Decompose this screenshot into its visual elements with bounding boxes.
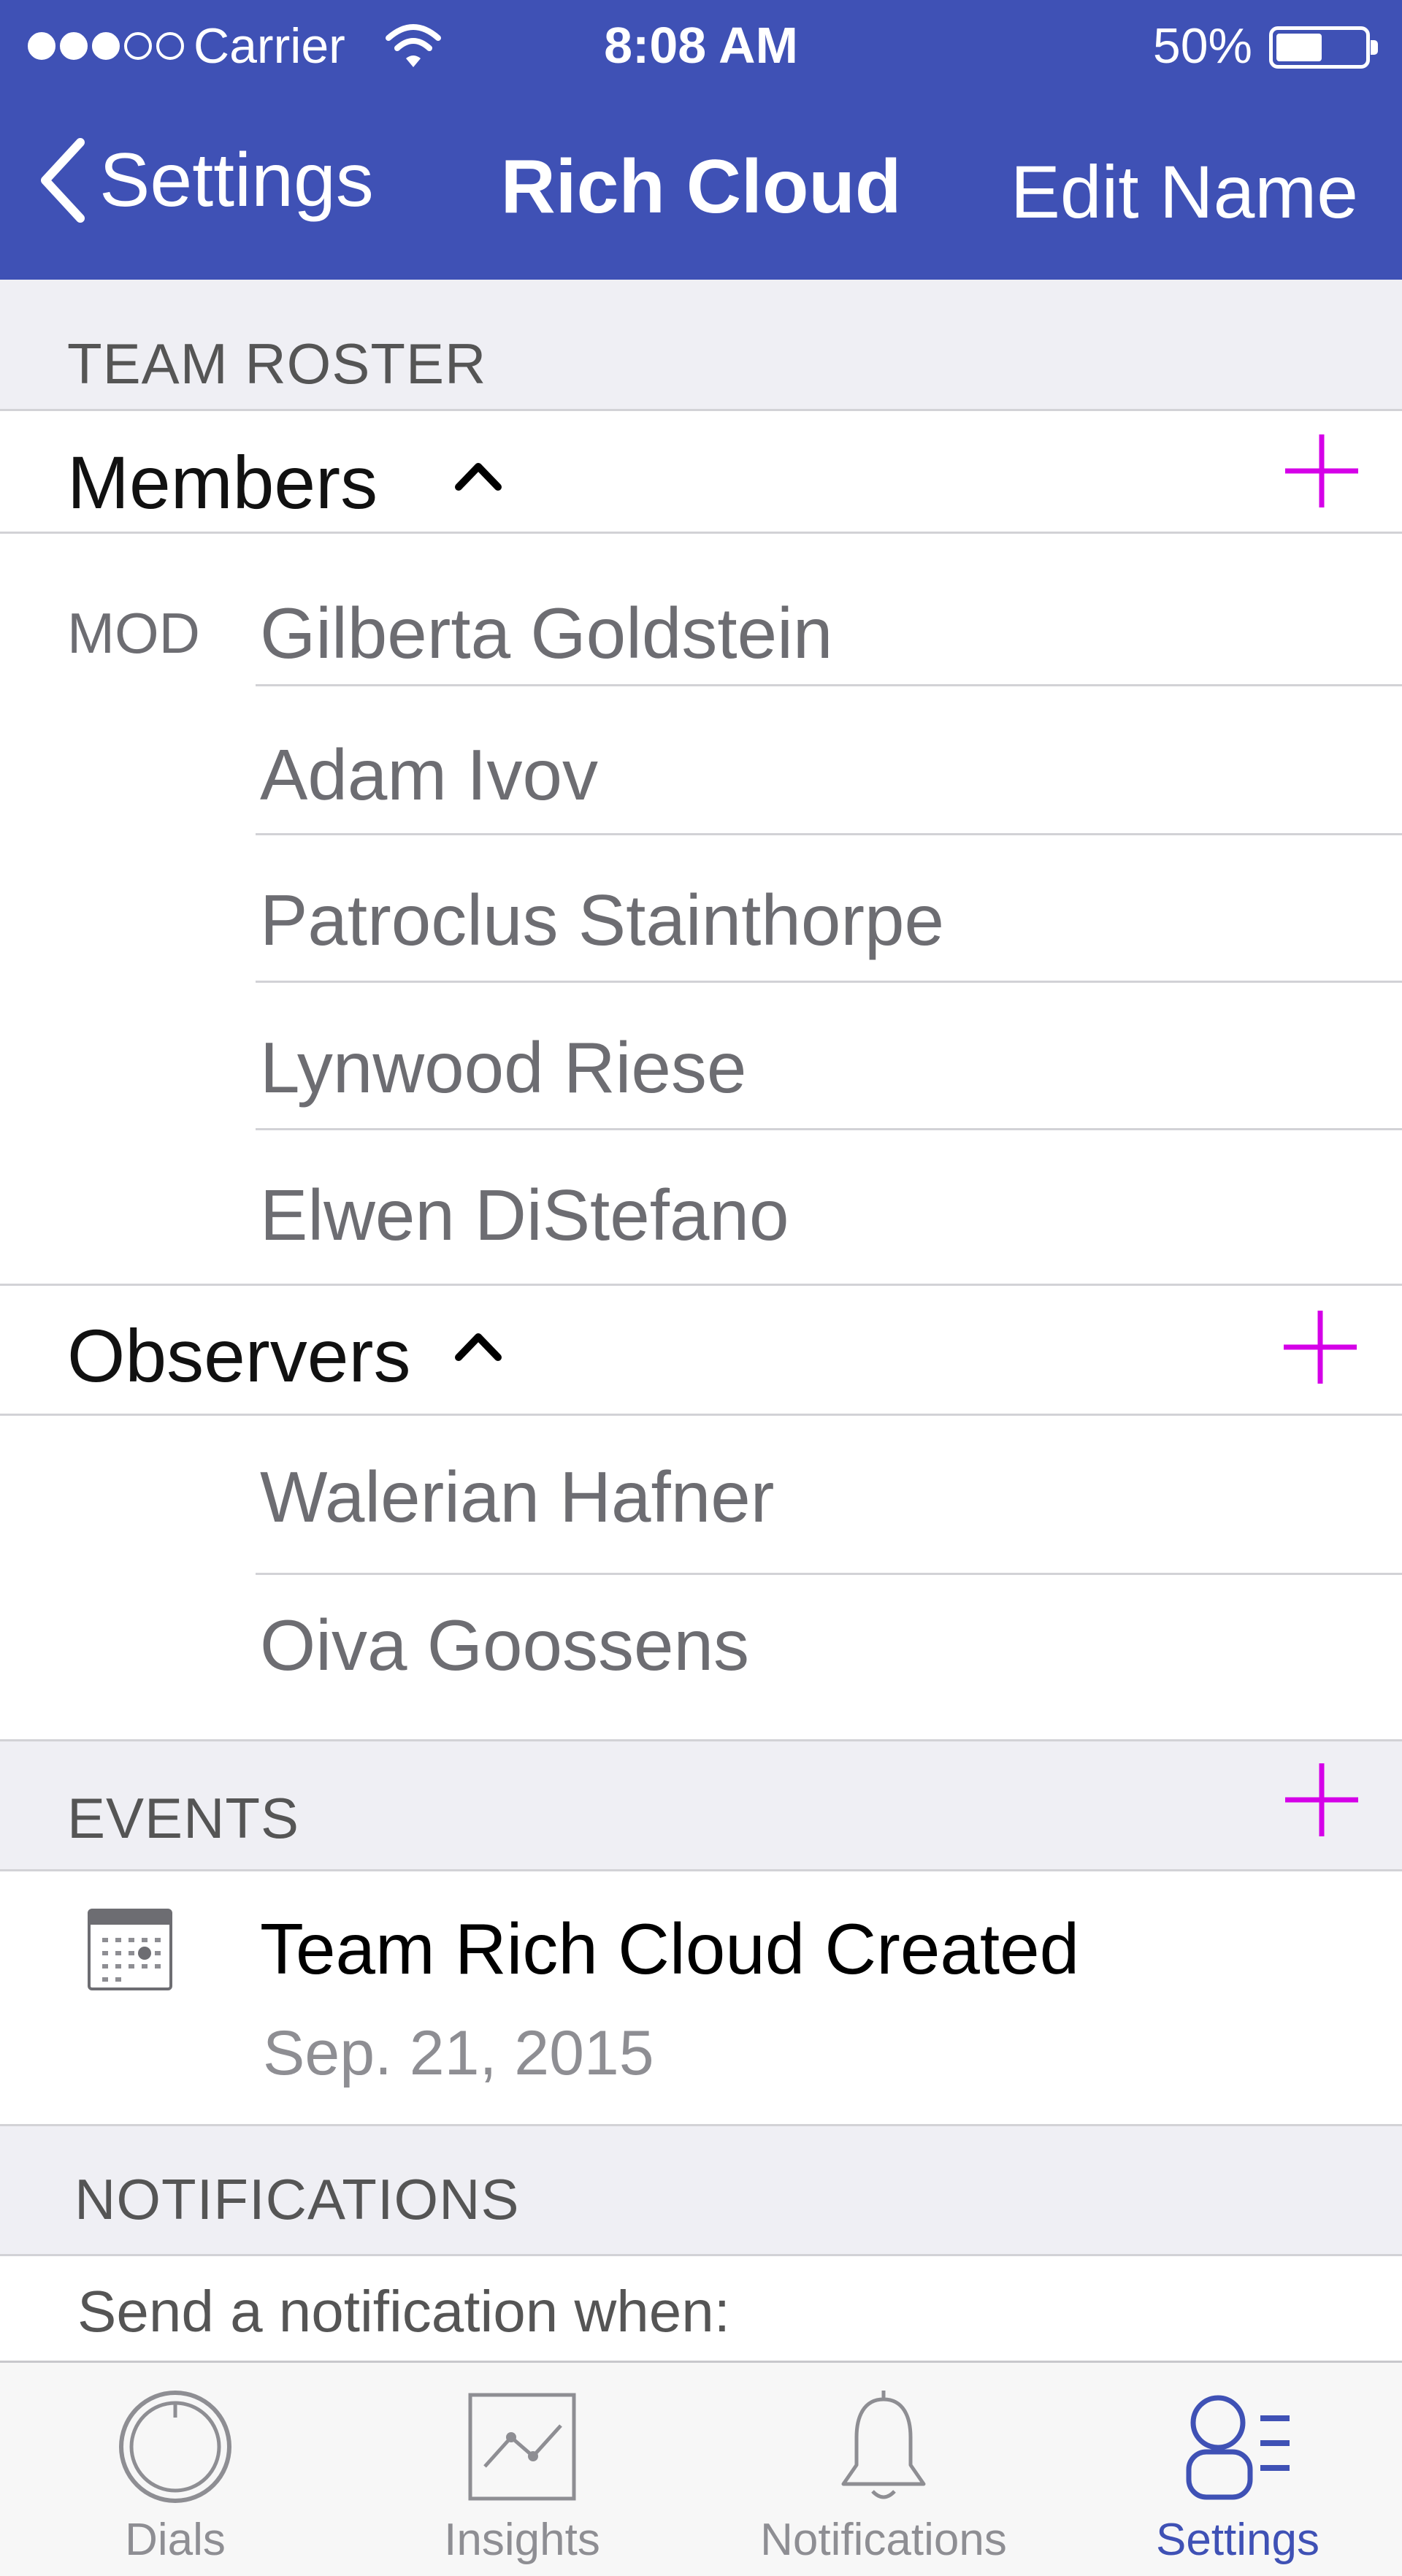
- navigation-bar: Settings Rich Cloud Edit Name: [0, 91, 1402, 280]
- member-row[interactable]: Gilberta Goldstein: [256, 534, 1402, 686]
- battery-icon: [1269, 26, 1378, 69]
- tab-insights[interactable]: Insights: [347, 2363, 697, 2576]
- section-title: EVENTS: [67, 1786, 300, 1850]
- calendar-icon: [88, 1909, 172, 1990]
- team-roster-section-header: TEAM ROSTER: [0, 280, 1402, 411]
- tab-dials[interactable]: Dials: [0, 2363, 350, 2576]
- member-row[interactable]: Lynwood Riese: [256, 983, 1402, 1130]
- add-observer-button[interactable]: [1281, 1308, 1360, 1387]
- tab-label: Notifications: [760, 2515, 1007, 2565]
- observers-group-header[interactable]: Observers: [0, 1286, 1402, 1416]
- observer-row[interactable]: Oiva Goossens: [256, 1575, 1402, 1741]
- member-row[interactable]: Elwen DiStefano: [256, 1130, 1402, 1284]
- member-row[interactable]: Adam Ivov: [256, 686, 1402, 835]
- tab-bar: Dials Insights Notifications Settings: [0, 2361, 1402, 2576]
- members-group-header[interactable]: Members: [0, 411, 1402, 534]
- event-row[interactable]: Team Rich Cloud Created Sep. 21, 2015: [0, 1871, 1402, 2124]
- observer-row[interactable]: Walerian Hafner: [256, 1416, 1402, 1575]
- member-row[interactable]: Patroclus Stainthorpe: [256, 835, 1402, 983]
- tab-label: Settings: [1155, 2515, 1320, 2565]
- observers-label: Observers: [67, 1314, 411, 1398]
- member-name: Gilberta Goldstein: [260, 593, 833, 673]
- dial-icon: [119, 2391, 231, 2503]
- member-name: Patroclus Stainthorpe: [260, 880, 944, 960]
- member-name: Adam Ivov: [260, 735, 598, 815]
- moderator-badge: MOD: [67, 601, 200, 665]
- section-title: NOTIFICATIONS: [74, 2167, 520, 2231]
- chevron-up-icon[interactable]: [453, 1324, 504, 1368]
- member-name: Elwen DiStefano: [260, 1175, 789, 1255]
- top-bar: Carrier 8:08 AM 50% Settings Rich Cloud …: [0, 0, 1402, 280]
- member-name: Lynwood Riese: [260, 1027, 747, 1108]
- members-label: Members: [67, 441, 378, 524]
- section-title: TEAM ROSTER: [67, 331, 487, 396]
- settings-list-icon: [1186, 2395, 1290, 2500]
- chart-icon: [468, 2393, 576, 2501]
- notification-intro: Send a notification when:: [77, 2279, 730, 2344]
- edit-name-button[interactable]: Edit Name: [1011, 150, 1358, 235]
- tab-label: Dials: [125, 2515, 226, 2565]
- battery-percent: 50%: [1152, 18, 1252, 74]
- event-title: Team Rich Cloud Created: [260, 1909, 1080, 1989]
- tab-notifications[interactable]: Notifications: [708, 2363, 1059, 2576]
- events-section-header: EVENTS: [0, 1741, 1402, 1871]
- tab-settings[interactable]: Settings: [1062, 2363, 1402, 2576]
- notifications-section-header: NOTIFICATIONS: [0, 2126, 1402, 2256]
- observer-name: Oiva Goossens: [260, 1605, 749, 1685]
- observer-name: Walerian Hafner: [260, 1457, 775, 1537]
- add-event-button[interactable]: [1282, 1760, 1361, 1839]
- chevron-up-icon[interactable]: [453, 453, 504, 497]
- status-bar: Carrier 8:08 AM 50%: [0, 0, 1402, 91]
- tab-label: Insights: [444, 2515, 600, 2565]
- event-date: Sep. 21, 2015: [263, 2018, 654, 2088]
- add-member-button[interactable]: [1282, 432, 1361, 510]
- bell-icon: [841, 2391, 926, 2499]
